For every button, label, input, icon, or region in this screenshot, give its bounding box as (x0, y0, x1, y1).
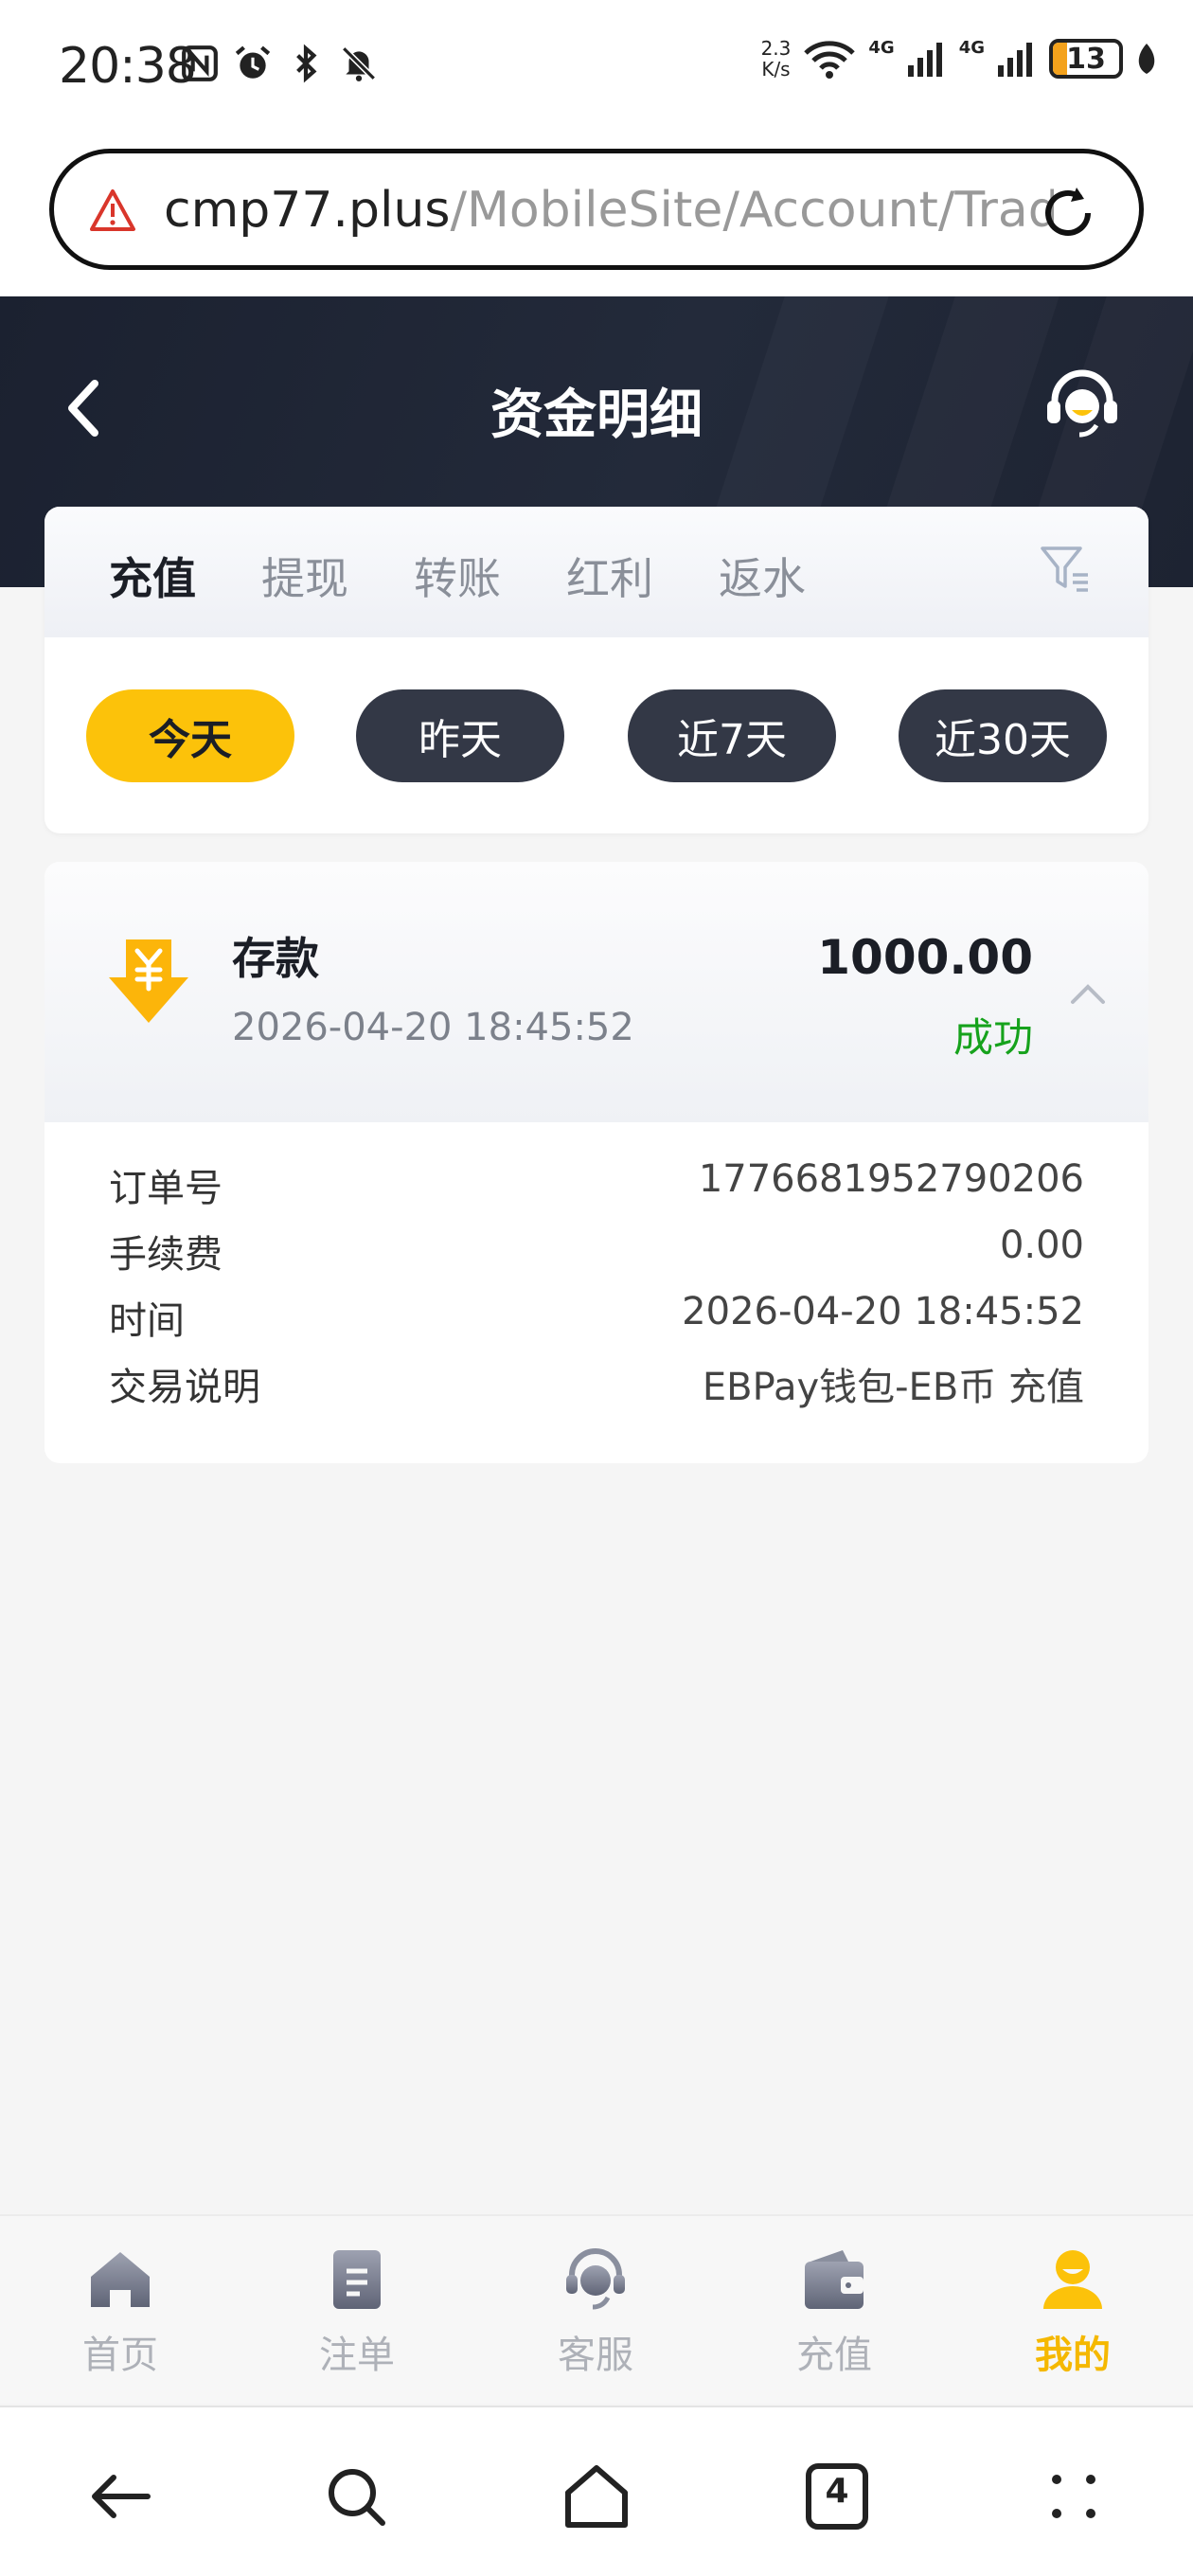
system-nav: 4 (0, 2406, 1193, 2576)
detail-row-order-no: 订单号 1776681952790206 (109, 1157, 1084, 1212)
tab-count: 4 (825, 2472, 849, 2511)
nav-recharge[interactable]: 充值 (763, 2245, 905, 2387)
customer-service-icon[interactable] (1040, 363, 1125, 448)
nav-label: 注单 (319, 2334, 395, 2377)
url-text[interactable]: cmp77.plus/MobileSite/Account/Trade (164, 182, 1054, 242)
range-yesterday-button[interactable]: 昨天 (356, 689, 564, 782)
net-speed-value: 2.3 (760, 37, 792, 60)
detail-row-fee: 手续费 0.00 (109, 1224, 1084, 1279)
warning-icon[interactable] (88, 188, 137, 233)
leaf-icon (1138, 44, 1155, 74)
signal-b-icon (998, 43, 1032, 77)
detail-row-description: 交易说明 EBPay钱包-EB币 充值 (109, 1356, 1084, 1411)
signal-a-icon (907, 43, 942, 77)
detail-row-time: 时间 2026-04-20 18:45:52 (109, 1290, 1084, 1345)
range-30days-button[interactable]: 近30天 (899, 689, 1107, 782)
deposit-icon (109, 939, 188, 1023)
detail-value: 0.00 (999, 1224, 1084, 1267)
record-amount: 1000.00 (817, 930, 1033, 985)
detail-label: 交易说明 (109, 1366, 260, 1409)
url-path: /MobileSite/Account/Trade (450, 182, 1054, 239)
type-tabs: 充值 提现 转账 红利 返水 (45, 507, 1148, 637)
detail-label: 时间 (109, 1299, 185, 1343)
tab-transfer[interactable]: 转账 (414, 545, 501, 607)
alarm-icon (235, 45, 271, 79)
chevron-up-icon[interactable] (1069, 981, 1107, 1006)
range-7days-button[interactable]: 近7天 (628, 689, 836, 782)
tab-bonus[interactable]: 红利 (566, 545, 653, 607)
wallet-icon (805, 2250, 864, 2309)
nav-label: 充值 (796, 2334, 872, 2377)
tab-withdraw[interactable]: 提现 (261, 545, 348, 607)
tab-rebate[interactable]: 返水 (719, 545, 806, 607)
user-icon (1043, 2250, 1102, 2309)
url-domain: cmp77.plus (164, 182, 451, 239)
record-summary[interactable]: 存款 2026-04-20 18:45:52 1000.00 成功 (45, 862, 1148, 1122)
status-right: 2.3 K/s 4G 4G 13 (761, 38, 1159, 80)
wifi-icon (804, 41, 856, 79)
filter-card: 充值 提现 转账 红利 返水 今天 昨天 近7天 近30天 (45, 507, 1148, 833)
status-left-icons (180, 44, 379, 83)
more-icon[interactable] (1036, 2459, 1112, 2534)
record-card: 存款 2026-04-20 18:45:52 1000.00 成功 订单号 17… (45, 862, 1148, 1463)
nav-label: 客服 (558, 2334, 633, 2377)
bottom-nav: 首页 注单 客服 充值 我的 (0, 2214, 1193, 2404)
address-bar[interactable]: cmp77.plus/MobileSite/Account/Trade (49, 149, 1144, 270)
detail-value: 2026-04-20 18:45:52 (682, 1290, 1084, 1333)
page-title: 资金明细 (490, 385, 703, 446)
record-time: 2026-04-20 18:45:52 (232, 1006, 634, 1049)
signal-a-label: 4G (868, 38, 895, 58)
record-status: 成功 (953, 1014, 1033, 1061)
browser-toolbar: cmp77.plus/MobileSite/Account/Trade (0, 137, 1193, 296)
nav-label: 我的 (1035, 2334, 1111, 2377)
net-speed: 2.3 K/s (761, 38, 792, 80)
nav-profile[interactable]: 我的 (1002, 2245, 1144, 2387)
detail-value: EBPay钱包-EB币 充值 (702, 1366, 1084, 1409)
search-icon[interactable] (318, 2459, 394, 2534)
home-icon (91, 2252, 150, 2307)
nav-bets[interactable]: 注单 (286, 2245, 428, 2387)
nav-support[interactable]: 客服 (525, 2245, 667, 2387)
nav-home[interactable]: 首页 (49, 2245, 191, 2387)
tab-deposit[interactable]: 充值 (109, 545, 196, 607)
signal-b-label: 4G (958, 38, 985, 58)
net-speed-unit: K/s (761, 58, 791, 80)
nav-label: 首页 (82, 2334, 158, 2377)
status-bar: 20:38 2.3 K/s 4G 4G 13 (0, 0, 1193, 137)
detail-value: 1776681952790206 (698, 1157, 1084, 1201)
home-icon[interactable] (559, 2459, 634, 2534)
battery-fill (1053, 43, 1068, 75)
back-arrow-icon[interactable] (81, 2459, 157, 2534)
detail-label: 订单号 (109, 1167, 223, 1210)
detail-label: 手续费 (109, 1233, 223, 1277)
record-type: 存款 (232, 933, 319, 984)
mute-icon (342, 46, 376, 81)
reload-icon[interactable] (1035, 180, 1101, 246)
nfc-icon (182, 45, 218, 81)
filter-icon[interactable] (1039, 543, 1092, 596)
bluetooth-icon (296, 44, 317, 83)
tabs-button[interactable]: 4 (799, 2459, 875, 2534)
battery-level: 13 (1066, 42, 1106, 76)
customer-service-icon (566, 2248, 625, 2310)
bet-slip-icon (333, 2250, 381, 2309)
battery-indicator: 13 (1049, 39, 1123, 79)
status-time: 20:38 (59, 38, 197, 95)
range-today-button[interactable]: 今天 (86, 689, 294, 782)
